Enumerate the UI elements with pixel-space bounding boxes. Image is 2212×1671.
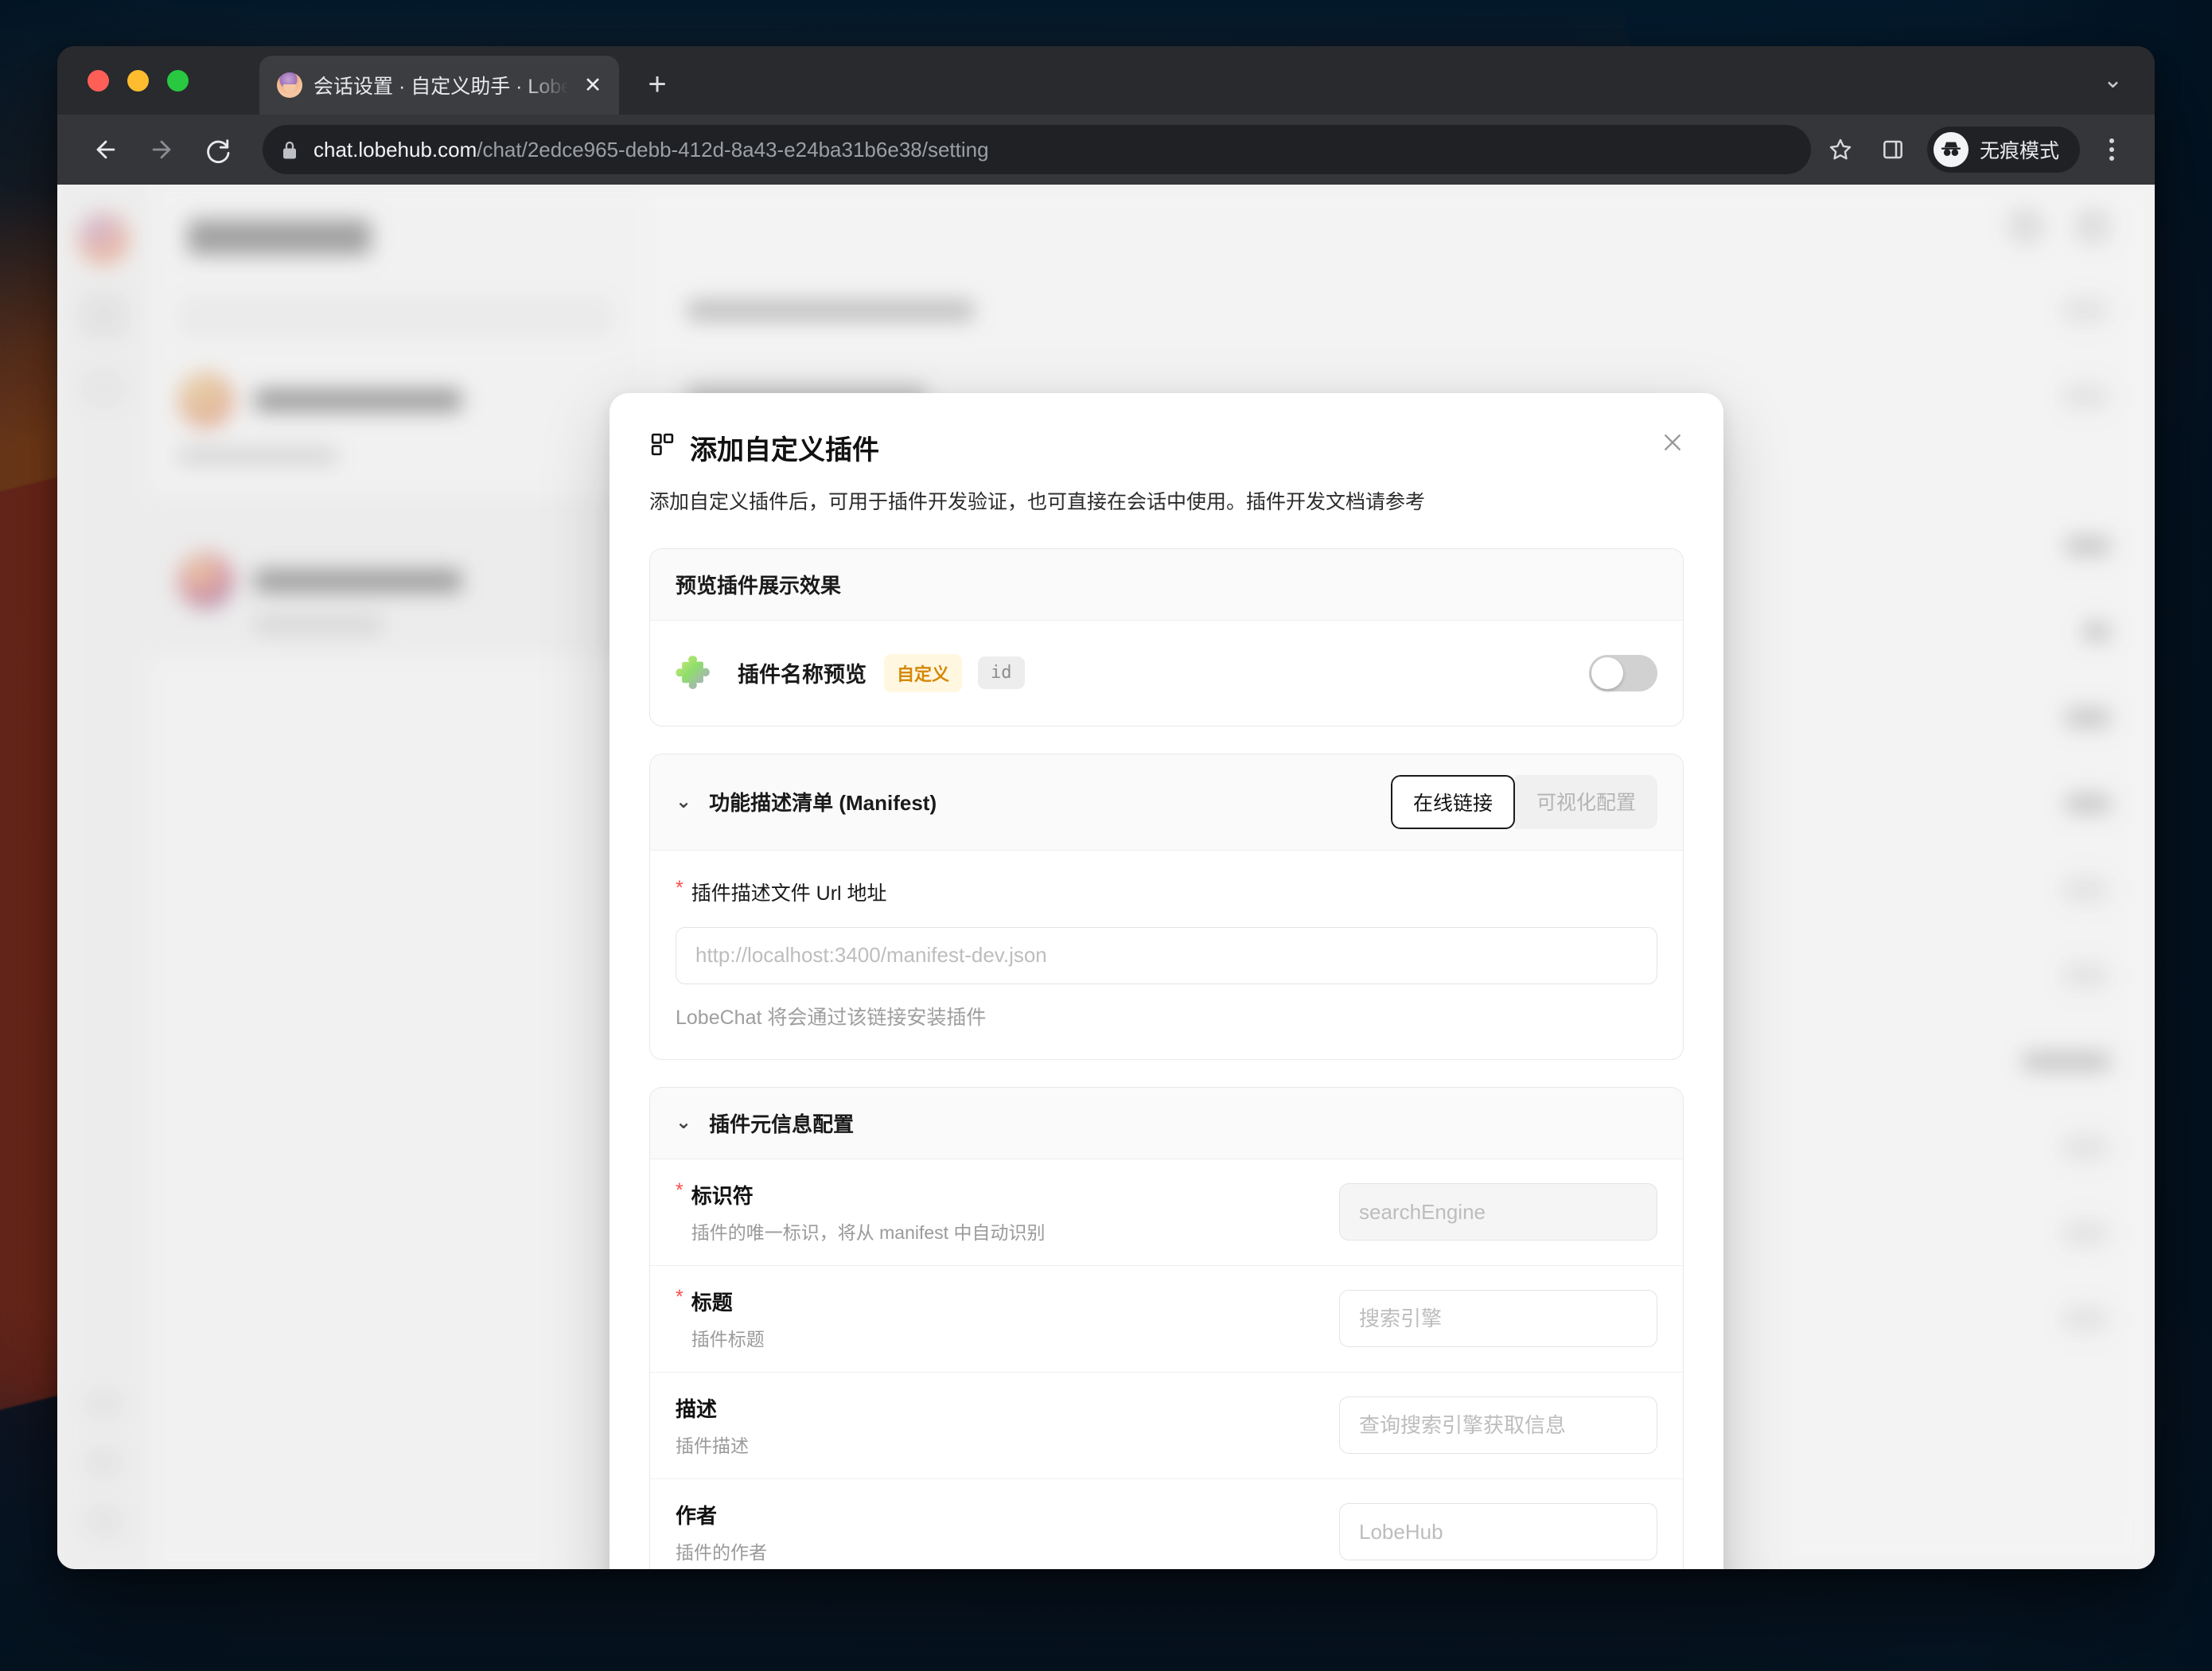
browser-toolbar: chat.lobehub.com/chat/2edce965-debb-412d… bbox=[57, 115, 2155, 185]
address-bar[interactable]: chat.lobehub.com/chat/2edce965-debb-412d… bbox=[263, 125, 1811, 174]
status-badge-custom: 自定义 bbox=[884, 653, 963, 692]
plugin-preview-title: 预览插件展示效果 bbox=[676, 573, 842, 598]
manifest-url-label: 插件描述文件 Url 地址 bbox=[691, 882, 887, 905]
incognito-profile-button[interactable]: 无痕模式 bbox=[1926, 127, 2080, 173]
plugin-preview-card: 预览插件展示效果 插件名称预览 自定义 id bbox=[649, 547, 1684, 726]
manifest-header[interactable]: ⌄ 功能描述清单 (Manifest) 在线链接 可视化配置 bbox=[650, 754, 1683, 851]
tab-title: 会话设置 · 自定义助手 · LobeCh bbox=[313, 76, 568, 98]
modal-description: 添加自定义插件后，可用于插件开发验证，也可直接在会话中使用。插件开发文档请参考 bbox=[649, 491, 1426, 513]
back-button[interactable] bbox=[81, 125, 130, 174]
chevron-down-icon[interactable]: ⌄ bbox=[676, 1113, 691, 1132]
field-description: 插件标题 bbox=[691, 1328, 765, 1350]
add-custom-plugin-modal: 添加自定义插件 添加自定义插件后，可用于插件开发验证，也可直接在会话中使用。插件… bbox=[609, 393, 1723, 1569]
manifest-url-label-row: * 插件描述文件 Url 地址 bbox=[676, 876, 1657, 906]
tab-visual-config[interactable]: 可视化配置 bbox=[1514, 774, 1657, 829]
required-star: * bbox=[676, 876, 683, 899]
side-panel-icon[interactable] bbox=[1870, 127, 1916, 173]
manifest-hint: LobeChat 将会通过该链接安装插件 bbox=[676, 1006, 987, 1029]
new-tab-button[interactable]: + bbox=[638, 65, 676, 103]
field-description: 插件描述 bbox=[676, 1435, 749, 1456]
title-field[interactable] bbox=[1339, 1290, 1657, 1347]
page-viewport: 添加自定义插件 添加自定义插件后，可用于插件开发验证，也可直接在会话中使用。插件… bbox=[57, 185, 2155, 1569]
browser-tab-strip: 会话设置 · 自定义助手 · LobeCh ✕ + ⌄ bbox=[57, 46, 2155, 115]
chevron-down-icon[interactable]: ⌄ bbox=[676, 792, 691, 812]
tab-online-link[interactable]: 在线链接 bbox=[1390, 774, 1515, 829]
plugin-preview-header: 预览插件展示效果 bbox=[650, 548, 1683, 621]
url-path: /chat/2edce965-debb-412d-8a43-e24ba31b6e… bbox=[477, 137, 989, 162]
field-description: 插件的作者 bbox=[676, 1541, 767, 1563]
puzzle-piece-icon bbox=[676, 652, 717, 694]
blocks-icon bbox=[649, 431, 676, 465]
plugin-id-tag: id bbox=[978, 656, 1025, 689]
modal-title-row: 添加自定义插件 bbox=[649, 428, 1684, 467]
required-star: * bbox=[676, 1178, 683, 1202]
browser-window: 会话设置 · 自定义助手 · LobeCh ✕ + ⌄ chat.lobehub… bbox=[57, 46, 2155, 1569]
bookmark-star-icon[interactable] bbox=[1817, 127, 1863, 173]
browser-menu-button[interactable] bbox=[2091, 127, 2132, 173]
manifest-card: ⌄ 功能描述清单 (Manifest) 在线链接 可视化配置 * 插件描述文件 … bbox=[649, 753, 1684, 1060]
plugin-preview-body: 插件名称预览 自定义 id bbox=[650, 621, 1683, 726]
toggle-knob bbox=[1591, 656, 1623, 689]
plugin-preview-name: 插件名称预览 bbox=[738, 663, 866, 687]
tab-favicon-icon bbox=[277, 72, 302, 98]
forward-button[interactable] bbox=[137, 125, 186, 174]
identifier-field[interactable] bbox=[1339, 1183, 1657, 1241]
maximize-window-button[interactable] bbox=[167, 70, 189, 92]
field-label: 标题 bbox=[691, 1290, 733, 1315]
author-field[interactable] bbox=[1339, 1503, 1657, 1560]
plugin-meta-header[interactable]: ⌄ 插件元信息配置 bbox=[650, 1087, 1683, 1159]
manifest-mode-segmented: 在线链接 可视化配置 bbox=[1390, 774, 1657, 829]
plugin-meta-title: 插件元信息配置 bbox=[709, 1112, 855, 1136]
plugin-meta-card: ⌄ 插件元信息配置 * 标识符 插件的唯一标识，将从 manifest 中自动识… bbox=[649, 1086, 1684, 1570]
manifest-body: * 插件描述文件 Url 地址 LobeChat 将会通过该链接安装插件 bbox=[650, 851, 1683, 1059]
page-title: 添加自定义插件 bbox=[690, 435, 879, 465]
required-star: * bbox=[676, 1285, 683, 1308]
field-description: 插件的唯一标识，将从 manifest 中自动识别 bbox=[691, 1221, 1046, 1243]
field-label: 标识符 bbox=[691, 1183, 754, 1208]
close-window-button[interactable] bbox=[88, 70, 109, 92]
window-traffic-lights bbox=[88, 70, 189, 92]
meta-row-description: 描述 插件描述 bbox=[650, 1373, 1683, 1479]
url-host: chat.lobehub.com bbox=[313, 137, 477, 162]
description-field[interactable] bbox=[1339, 1396, 1657, 1454]
browser-tab[interactable]: 会话设置 · 自定义助手 · LobeCh ✕ bbox=[259, 56, 619, 115]
desktop-wallpaper: 会话设置 · 自定义助手 · LobeCh ✕ + ⌄ chat.lobehub… bbox=[0, 0, 2212, 1671]
manifest-url-input[interactable] bbox=[676, 926, 1657, 984]
url-text: chat.lobehub.com/chat/2edce965-debb-412d… bbox=[313, 138, 989, 162]
chevron-down-icon[interactable]: ⌄ bbox=[2103, 68, 2123, 92]
lock-icon bbox=[280, 139, 299, 161]
meta-row-title: * 标题 插件标题 bbox=[650, 1266, 1683, 1373]
plugin-enable-toggle[interactable] bbox=[1589, 654, 1657, 691]
meta-row-identifier: * 标识符 插件的唯一标识，将从 manifest 中自动识别 bbox=[650, 1159, 1683, 1266]
reload-button[interactable] bbox=[193, 125, 242, 174]
field-label: 作者 bbox=[676, 1503, 718, 1528]
incognito-icon bbox=[1933, 132, 1969, 167]
minimize-window-button[interactable] bbox=[127, 70, 149, 92]
tab-close-icon[interactable]: ✕ bbox=[579, 72, 606, 99]
close-icon[interactable] bbox=[1655, 425, 1690, 460]
meta-row-author: 作者 插件的作者 bbox=[650, 1479, 1683, 1570]
incognito-label: 无痕模式 bbox=[1979, 140, 2059, 162]
manifest-title: 功能描述清单 (Manifest) bbox=[709, 791, 937, 815]
field-label: 描述 bbox=[676, 1396, 718, 1421]
